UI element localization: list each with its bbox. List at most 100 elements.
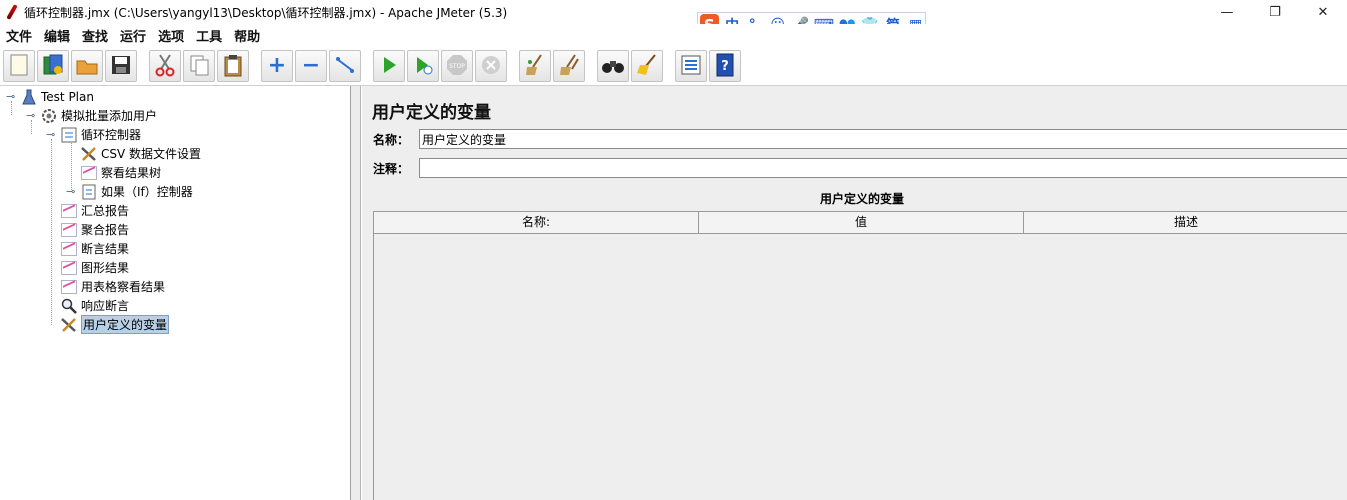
tree-toggle[interactable]: ⊸ — [66, 185, 75, 198]
start-no-pauses-button[interactable] — [407, 50, 439, 82]
start-button[interactable] — [373, 50, 405, 82]
shutdown-button[interactable] — [475, 50, 507, 82]
graph-icon — [80, 165, 98, 181]
collapse-all-button[interactable]: − — [295, 50, 327, 82]
title-bar: 循环控制器.jmx (C:\Users\yangyl13\Desktop\循环控… — [0, 0, 1347, 24]
tree-node-view-results-tree[interactable]: 察看结果树 — [80, 163, 161, 182]
menu-file[interactable]: 文件 — [0, 26, 38, 45]
tree-toggle[interactable]: ⊸ — [26, 109, 35, 122]
column-header-description[interactable]: 描述 — [1024, 212, 1347, 234]
comment-field[interactable] — [419, 158, 1347, 178]
tree-node-label: 循环控制器 — [81, 128, 142, 142]
tree-connector — [51, 139, 52, 325]
graph-icon — [60, 241, 78, 257]
stop-icon: STOP — [445, 53, 469, 80]
help-icon: ? — [715, 53, 735, 80]
broom-icon — [635, 53, 659, 80]
tree-node-table-results[interactable]: 用表格察看结果 — [60, 277, 165, 296]
tree-node-summary-report[interactable]: 汇总报告 — [60, 201, 129, 220]
tree-node-if-controller[interactable]: 如果（If）控制器 — [80, 182, 193, 201]
new-icon — [9, 54, 29, 79]
stop-label: STOP — [449, 63, 465, 70]
clear-button[interactable] — [519, 50, 551, 82]
function-helper-button[interactable] — [675, 50, 707, 82]
tree-node-label: 断言结果 — [81, 242, 130, 256]
tree-node-thread-group[interactable]: 模拟批量添加用户 — [40, 106, 157, 125]
name-field[interactable] — [419, 129, 1347, 149]
expand-icon: + — [267, 53, 287, 78]
help-button[interactable]: ? — [709, 50, 741, 82]
element-editor: 用户定义的变量 名称： 注释： 用户定义的变量 名称: 值 描述 — [362, 86, 1347, 500]
column-header-name[interactable]: 名称: — [374, 212, 699, 234]
cut-icon — [154, 53, 176, 80]
help-label: ? — [721, 59, 729, 74]
templates-button[interactable] — [37, 50, 69, 82]
paste-button[interactable] — [217, 50, 249, 82]
menu-bar: 文件 编辑 查找 运行 选项 工具 帮助 — [0, 24, 1347, 46]
menu-options[interactable]: 选项 — [152, 26, 190, 45]
toggle-icon — [334, 54, 356, 79]
open-button[interactable] — [71, 50, 103, 82]
start-no-pauses-icon — [412, 54, 434, 79]
maximize-button[interactable]: ❐ — [1251, 0, 1299, 24]
binoculars-icon — [601, 55, 625, 78]
test-plan-tree[interactable]: ⊸ Test Plan ⊸ 模拟批量添加用户 ⊸ 循环控制器 CSV 数据文件设… — [0, 86, 351, 500]
gear-icon — [40, 108, 58, 124]
copy-icon — [188, 54, 210, 79]
comment-label: 注释： — [373, 162, 410, 176]
tree-node-label: 图形结果 — [81, 261, 130, 275]
menu-tools[interactable]: 工具 — [190, 26, 228, 45]
tree-node-label: Test Plan — [41, 89, 94, 104]
tree-node-assertion-results[interactable]: 断言结果 — [60, 239, 129, 258]
tree-toggle[interactable]: ⊸ — [46, 128, 55, 141]
tree-node-graph-results[interactable]: 图形结果 — [60, 258, 129, 277]
tree-node-response-assertion[interactable]: 响应断言 — [60, 296, 129, 315]
wrench-icon — [60, 317, 78, 333]
tree-node-user-defined-variables[interactable]: 用户定义的变量 — [60, 315, 170, 334]
search-button[interactable] — [597, 50, 629, 82]
menu-search[interactable]: 查找 — [76, 26, 114, 45]
menu-help[interactable]: 帮助 — [228, 26, 266, 45]
new-button[interactable] — [3, 50, 35, 82]
copy-button[interactable] — [183, 50, 215, 82]
jmeter-feather-icon — [4, 4, 20, 20]
pane-splitter[interactable] — [351, 86, 361, 500]
tree-node-test-plan[interactable]: Test Plan — [20, 87, 94, 106]
cut-button[interactable] — [149, 50, 181, 82]
tree-connector — [11, 101, 12, 115]
graph-icon — [60, 203, 78, 219]
list-icon — [680, 54, 702, 79]
panel-title: 用户定义的变量 — [372, 103, 491, 123]
expand-all-button[interactable]: + — [261, 50, 293, 82]
variables-table[interactable]: 名称: 值 描述 — [373, 211, 1347, 500]
save-button[interactable] — [105, 50, 137, 82]
tree-toggle[interactable]: ⊸ — [6, 90, 15, 103]
menu-run[interactable]: 运行 — [114, 26, 152, 45]
graph-icon — [60, 222, 78, 238]
reset-search-button[interactable] — [631, 50, 663, 82]
variables-group-title: 用户定义的变量 — [819, 192, 904, 206]
tree-node-csv[interactable]: CSV 数据文件设置 — [80, 144, 201, 163]
tree-node-label: 模拟批量添加用户 — [61, 109, 158, 123]
templates-icon — [41, 53, 65, 80]
tree-node-label: 用户定义的变量 — [81, 315, 170, 334]
menu-edit[interactable]: 编辑 — [38, 26, 76, 45]
toolbar: + − STOP ? — [0, 46, 1347, 86]
toggle-button[interactable] — [329, 50, 361, 82]
window-title: 循环控制器.jmx (C:\Users\yangyl13\Desktop\循环控… — [24, 5, 508, 20]
tree-connector — [31, 120, 32, 134]
clear-all-button[interactable] — [553, 50, 585, 82]
stop-button[interactable]: STOP — [441, 50, 473, 82]
paste-icon — [222, 53, 244, 80]
tree-node-loop-controller[interactable]: 循环控制器 — [60, 125, 141, 144]
close-button[interactable]: ✕ — [1299, 0, 1347, 24]
shutdown-icon — [480, 54, 502, 79]
minimize-button[interactable]: — — [1203, 0, 1251, 24]
tree-node-label: 汇总报告 — [81, 204, 130, 218]
column-header-value[interactable]: 值 — [699, 212, 1024, 234]
tree-node-aggregate-report[interactable]: 聚合报告 — [60, 220, 129, 239]
tree-node-label: 聚合报告 — [81, 223, 130, 237]
tree-node-label: CSV 数据文件设置 — [101, 147, 202, 161]
tree-node-label: 察看结果树 — [101, 166, 162, 180]
open-icon — [75, 54, 99, 79]
